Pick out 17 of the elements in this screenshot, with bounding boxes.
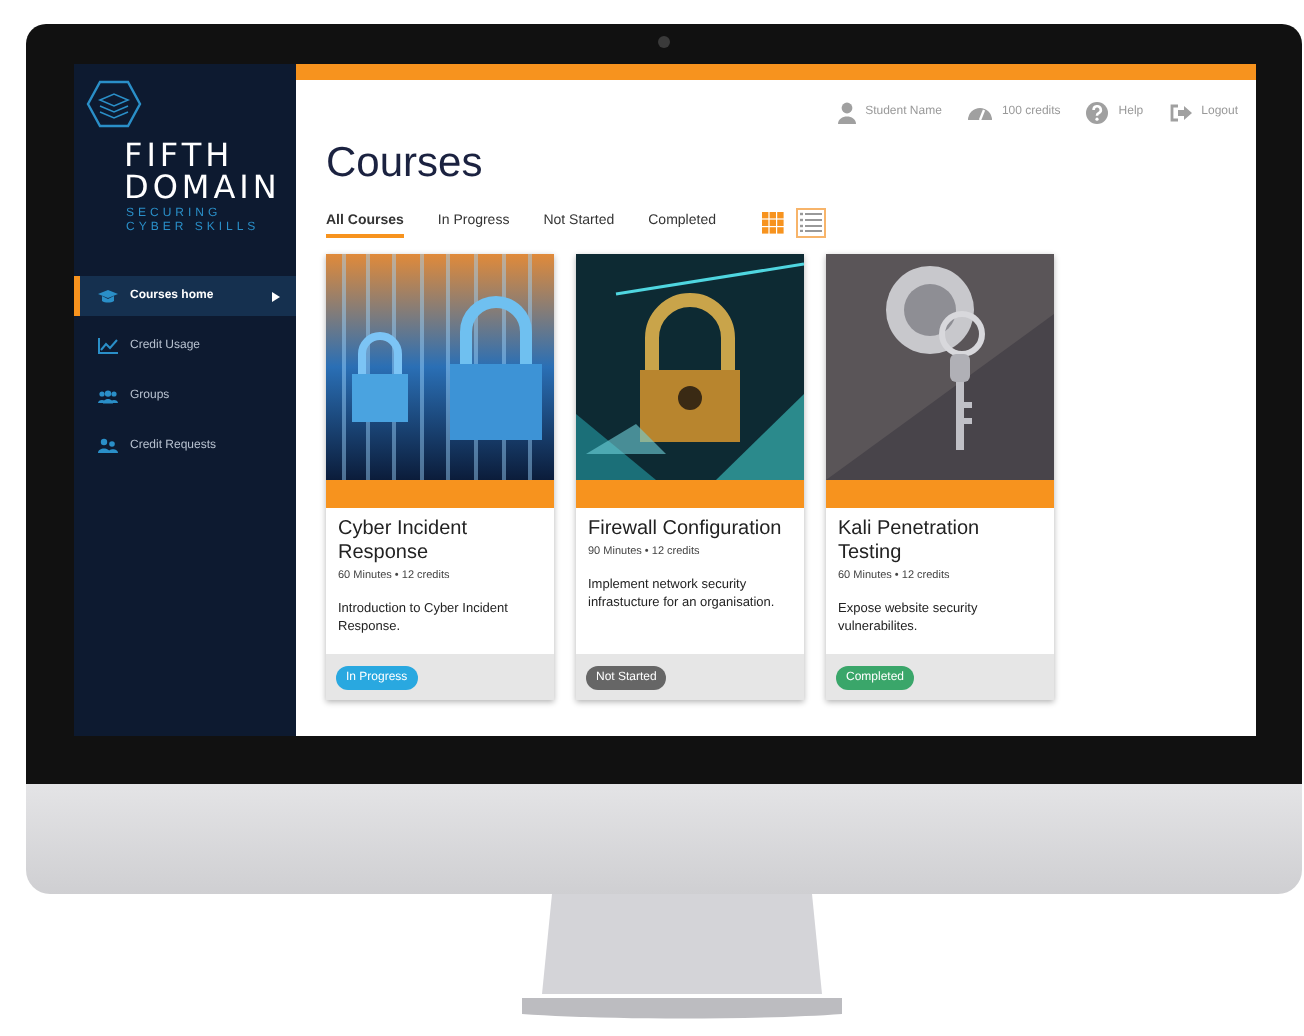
caret-icon [272, 291, 280, 301]
gauge-icon [967, 102, 992, 122]
group-icon [98, 389, 118, 403]
user-icon [837, 101, 856, 123]
graduation-cap-icon [98, 289, 118, 303]
users-icon [98, 438, 118, 454]
logout-icon [1169, 103, 1192, 121]
brand-name: FIFTH [122, 140, 236, 172]
brand-name: DOMAIN [122, 172, 283, 204]
camera-icon [658, 36, 670, 48]
course-title: Kali Penetration Testing [838, 518, 982, 566]
course-title: Firewall Configuration [588, 518, 784, 542]
help-icon [1086, 101, 1109, 123]
course-title: Cyber Incident Response [338, 518, 469, 566]
page-title: Courses [324, 140, 485, 188]
hexagon-logo-icon [86, 80, 142, 128]
line-chart-icon [98, 338, 118, 354]
